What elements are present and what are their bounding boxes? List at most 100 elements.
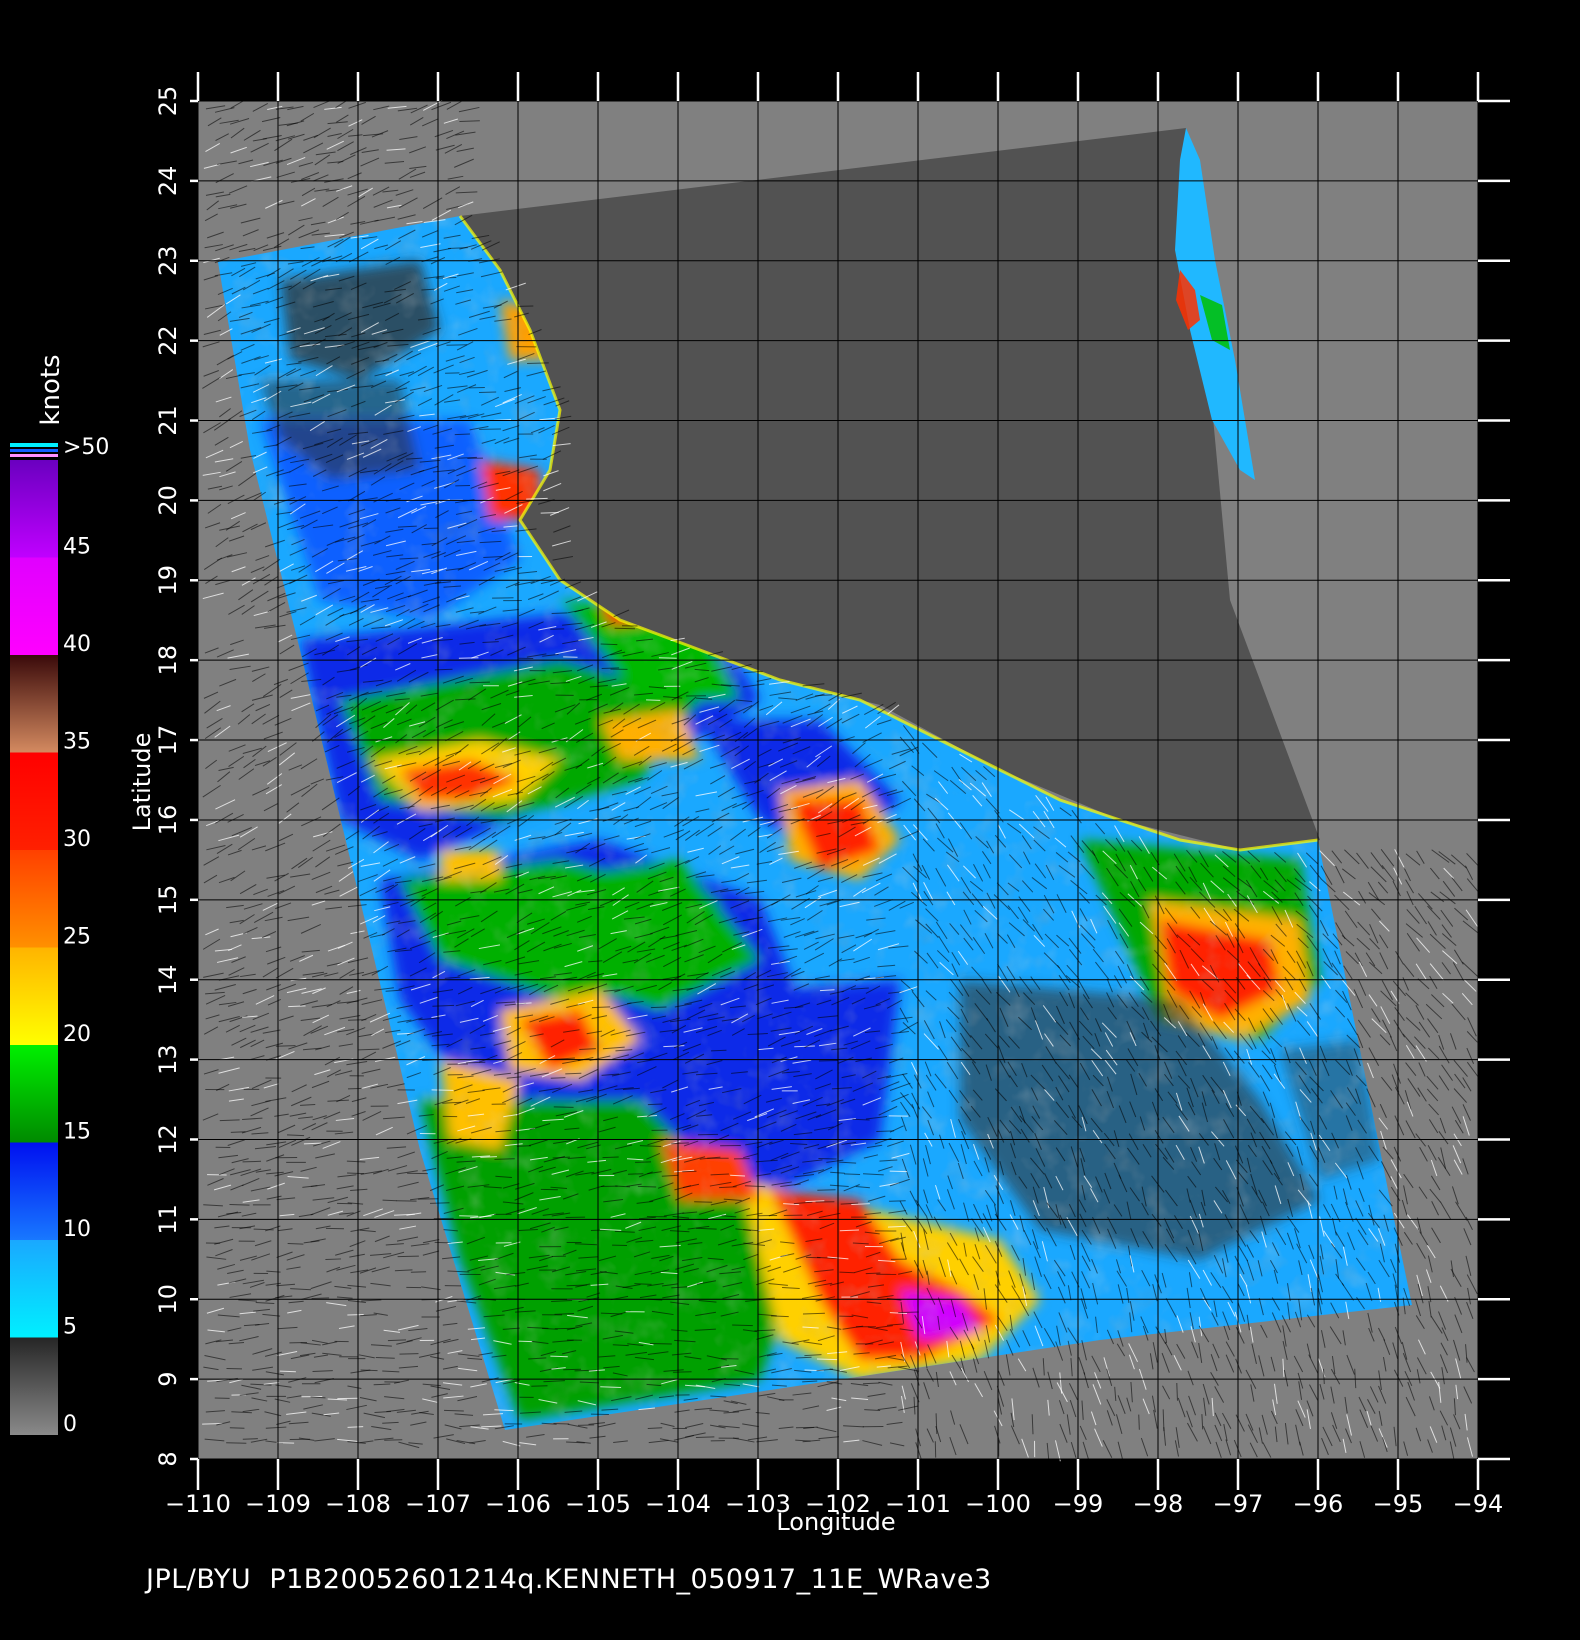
wind-vector	[600, 1386, 622, 1388]
wind-vector	[458, 657, 479, 659]
lat-tick-label: 13	[154, 1044, 182, 1075]
wind-vector	[226, 1442, 247, 1444]
lon-tick-label: −96	[1293, 1490, 1344, 1518]
wind-vector	[550, 1077, 566, 1079]
lat-tick-label: 17	[154, 725, 182, 756]
wind-vector	[242, 1438, 258, 1440]
colorbar: knots 0 5 10 15 20 25 30 35 40 45 >50	[10, 354, 109, 1437]
colorbar-label: 20	[63, 1022, 91, 1047]
wind-vector	[732, 1324, 753, 1327]
wind-vector	[601, 667, 620, 669]
lat-tick-label: 23	[154, 245, 182, 276]
x-axis-title: Longitude	[776, 1508, 895, 1536]
lat-tick-label: 10	[154, 1284, 182, 1315]
wind-vector	[649, 1343, 672, 1345]
wind-map-figure: −110 −109 −108 −107 −106 −105 −104 −103 −102 −101…	[10, 72, 1510, 1536]
colorbar-label: 40	[63, 632, 91, 657]
wind-vector	[898, 1311, 919, 1314]
colorbar-bin	[10, 655, 58, 753]
colorbar-top-marker-blue	[10, 449, 58, 452]
lat-tick-label: 16	[154, 805, 182, 836]
wind-vector	[446, 344, 468, 346]
colorbar-label: 25	[63, 925, 91, 950]
wind-vector	[466, 1061, 486, 1064]
wind-vector	[695, 1436, 715, 1439]
wind-vector	[550, 1355, 568, 1358]
wind-vector	[843, 1173, 861, 1175]
lat-tick-label: 8	[154, 1451, 182, 1466]
colorbar-label: 5	[63, 1315, 77, 1340]
lat-tick-label: 20	[154, 485, 182, 516]
colorbar-top-marker-pink	[10, 454, 58, 457]
lat-tick-label: 15	[154, 885, 182, 916]
wind-vector	[1138, 1414, 1140, 1430]
lat-tick-label: 21	[154, 405, 182, 436]
lat-tick-label: 18	[154, 645, 182, 676]
lat-tick-label: 12	[154, 1124, 182, 1155]
wind-vector	[454, 433, 470, 436]
colorbar-label: 30	[63, 827, 91, 852]
lat-tick-label: 22	[154, 325, 182, 356]
wind-vector	[382, 1199, 397, 1202]
wind-vector	[1176, 1382, 1178, 1401]
wind-vector	[694, 1201, 713, 1203]
colorbar-label: 45	[63, 535, 91, 560]
lat-tick-label: 24	[154, 166, 182, 197]
wind-vector	[627, 1173, 644, 1175]
wind-vector	[865, 1272, 881, 1275]
lon-tick-label: −100	[965, 1490, 1031, 1518]
lon-tick-label: −104	[645, 1490, 711, 1518]
colorbar-label: 15	[63, 1120, 91, 1145]
lat-tick-label: 11	[154, 1204, 182, 1235]
wind-vector	[818, 1157, 837, 1160]
wind-vector	[325, 1258, 342, 1261]
wind-vector	[288, 1005, 306, 1008]
wind-vector	[710, 1049, 727, 1052]
colorbar-unit-label: knots	[36, 354, 66, 425]
footer-caption: JPL/BYU P1B20052601214q.KENNETH_050917_1…	[146, 1564, 992, 1595]
wind-vector	[229, 1204, 250, 1206]
wind-vector	[430, 1202, 450, 1204]
wind-vector	[276, 1442, 295, 1444]
wind-vector	[614, 627, 635, 630]
wind-vector	[360, 1369, 378, 1372]
wind-vector	[469, 681, 490, 684]
wind-vector	[600, 643, 618, 646]
wind-vector	[410, 1271, 427, 1273]
wind-vector	[602, 1156, 619, 1159]
wind-vector	[527, 362, 549, 364]
wind-vector	[794, 1045, 815, 1048]
lon-tick-label: −105	[565, 1490, 631, 1518]
lon-tick-label: −110	[165, 1490, 231, 1518]
wind-vector	[434, 668, 453, 671]
wind-vector	[242, 1160, 262, 1163]
lon-tick-label: −99	[1053, 1490, 1104, 1518]
lat-tick-label: 9	[154, 1371, 182, 1386]
lat-tick-label: 25	[154, 86, 182, 117]
wind-vector	[287, 1243, 304, 1245]
wind-vector	[646, 699, 661, 701]
colorbar-bin	[10, 1045, 58, 1143]
colorbar-bin	[10, 1337, 58, 1435]
colorbar-bin	[10, 947, 58, 1045]
colorbar-top-marker-cyan	[10, 443, 58, 447]
wind-vector	[551, 612, 568, 615]
wind-vector	[480, 1156, 497, 1158]
lon-tick-label: −107	[405, 1490, 471, 1518]
wind-vector	[444, 1409, 464, 1412]
lon-tick-label: −109	[245, 1490, 311, 1518]
colorbar-bin	[10, 1240, 58, 1338]
wind-vector	[647, 1103, 663, 1106]
wind-vector	[816, 1358, 838, 1361]
wind-vector	[852, 1118, 870, 1121]
wind-vector	[311, 1297, 330, 1299]
colorbar-bin	[10, 557, 58, 655]
wind-vector	[577, 1424, 595, 1426]
colorbar-bin	[10, 1142, 58, 1240]
lon-tick-label: −98	[1133, 1490, 1184, 1518]
colorbar-bin	[10, 460, 58, 558]
wind-vector	[517, 1340, 533, 1343]
lat-tick-label: 14	[154, 964, 182, 995]
wind-vector	[682, 1170, 697, 1173]
wind-vector	[650, 1006, 667, 1009]
